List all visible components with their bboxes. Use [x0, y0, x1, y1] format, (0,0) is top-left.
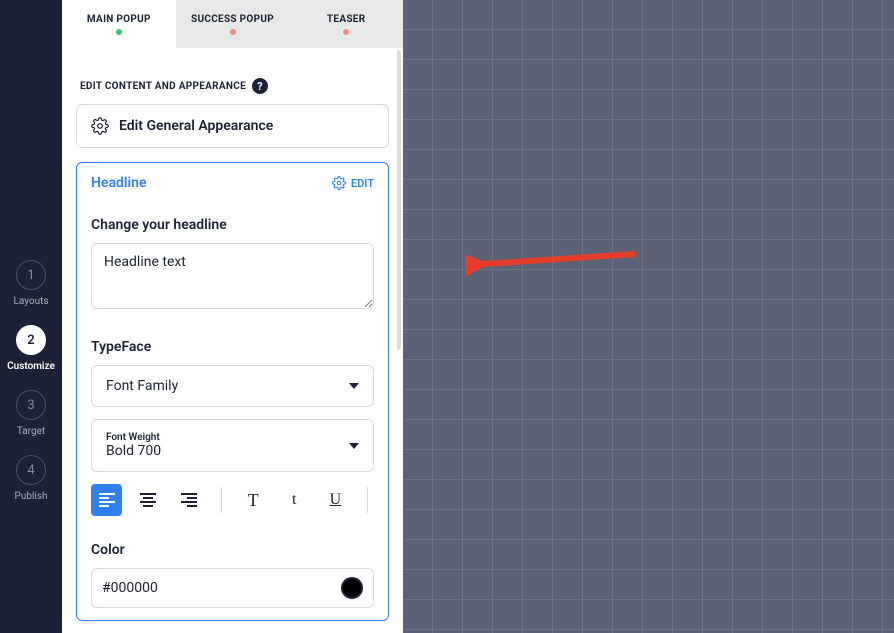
scrollbar[interactable] — [397, 50, 401, 350]
step-number: 2 — [16, 325, 46, 355]
preview-canvas[interactable] — [403, 0, 894, 633]
select-value: Font Family — [106, 378, 178, 394]
step-label: Customize — [7, 361, 55, 372]
lowercase-button[interactable]: t — [279, 484, 310, 516]
tab-label: SUCCESS POPUP — [191, 14, 274, 25]
editor-panel: MAIN POPUP SUCCESS POPUP TEASER EDIT CON… — [62, 0, 403, 633]
tab-label: TEASER — [327, 14, 366, 25]
panel-body: EDIT CONTENT AND APPEARANCE ? Edit Gener… — [62, 48, 403, 633]
align-right-button[interactable] — [173, 484, 204, 516]
tab-main-popup[interactable]: MAIN POPUP — [62, 0, 176, 48]
headline-card: Headline EDIT Change your headline TypeF… — [76, 162, 389, 621]
status-dot-icon — [343, 29, 349, 35]
edit-label: EDIT — [351, 177, 374, 190]
step-label: Publish — [15, 491, 48, 502]
color-input-row[interactable]: #000000 — [91, 568, 374, 608]
font-family-select[interactable]: Font Family — [91, 365, 374, 407]
step-number: 1 — [16, 260, 46, 290]
change-headline-label: Change your headline — [91, 217, 374, 233]
section-heading: EDIT CONTENT AND APPEARANCE ? — [80, 78, 385, 94]
section-heading-text: EDIT CONTENT AND APPEARANCE — [80, 81, 246, 92]
edit-general-appearance-card[interactable]: Edit General Appearance — [76, 104, 389, 148]
select-mini-label: Font Weight — [106, 432, 161, 443]
gear-icon — [332, 176, 346, 190]
uppercase-button[interactable]: T — [237, 484, 268, 516]
select-value: Bold 700 — [106, 443, 161, 459]
step-layouts[interactable]: 1 Layouts — [13, 260, 48, 307]
tab-label: MAIN POPUP — [87, 14, 151, 25]
step-number: 3 — [16, 390, 46, 420]
card-title: Edit General Appearance — [119, 118, 273, 134]
color-swatch-icon[interactable] — [341, 577, 363, 599]
tab-teaser[interactable]: TEASER — [289, 0, 403, 48]
tab-success-popup[interactable]: SUCCESS POPUP — [176, 0, 290, 48]
align-center-button[interactable] — [132, 484, 163, 516]
step-publish[interactable]: 4 Publish — [15, 455, 48, 502]
align-left-button[interactable] — [91, 484, 122, 516]
popup-tabs: MAIN POPUP SUCCESS POPUP TEASER — [62, 0, 403, 48]
edit-button[interactable]: EDIT — [332, 176, 374, 190]
step-customize[interactable]: 2 Customize — [7, 325, 55, 372]
color-label: Color — [91, 542, 374, 558]
headline-input[interactable] — [91, 243, 374, 309]
headline-header: Headline EDIT — [91, 175, 374, 191]
text-format-toolbar: T t U — [91, 484, 374, 516]
toolbar-divider — [367, 487, 368, 513]
font-weight-select[interactable]: Font Weight Bold 700 — [91, 419, 374, 472]
headline-title: Headline — [91, 175, 146, 191]
chevron-down-icon — [349, 383, 359, 389]
step-label: Target — [17, 426, 45, 437]
color-value: #000000 — [102, 580, 158, 596]
step-target[interactable]: 3 Target — [16, 390, 46, 437]
checker-grid — [403, 0, 894, 633]
toolbar-divider — [221, 487, 222, 513]
typeface-label: TypeFace — [91, 339, 374, 355]
annotation-arrow-icon — [465, 238, 645, 278]
help-icon[interactable]: ? — [252, 78, 268, 94]
wizard-steps-rail: 1 Layouts 2 Customize 3 Target 4 Publish — [0, 0, 62, 633]
gear-icon — [91, 117, 109, 135]
step-number: 4 — [16, 455, 46, 485]
underline-button[interactable]: U — [320, 484, 351, 516]
chevron-down-icon — [349, 443, 359, 449]
status-dot-icon — [116, 29, 122, 35]
status-dot-icon — [230, 29, 236, 35]
step-label: Layouts — [13, 296, 48, 307]
